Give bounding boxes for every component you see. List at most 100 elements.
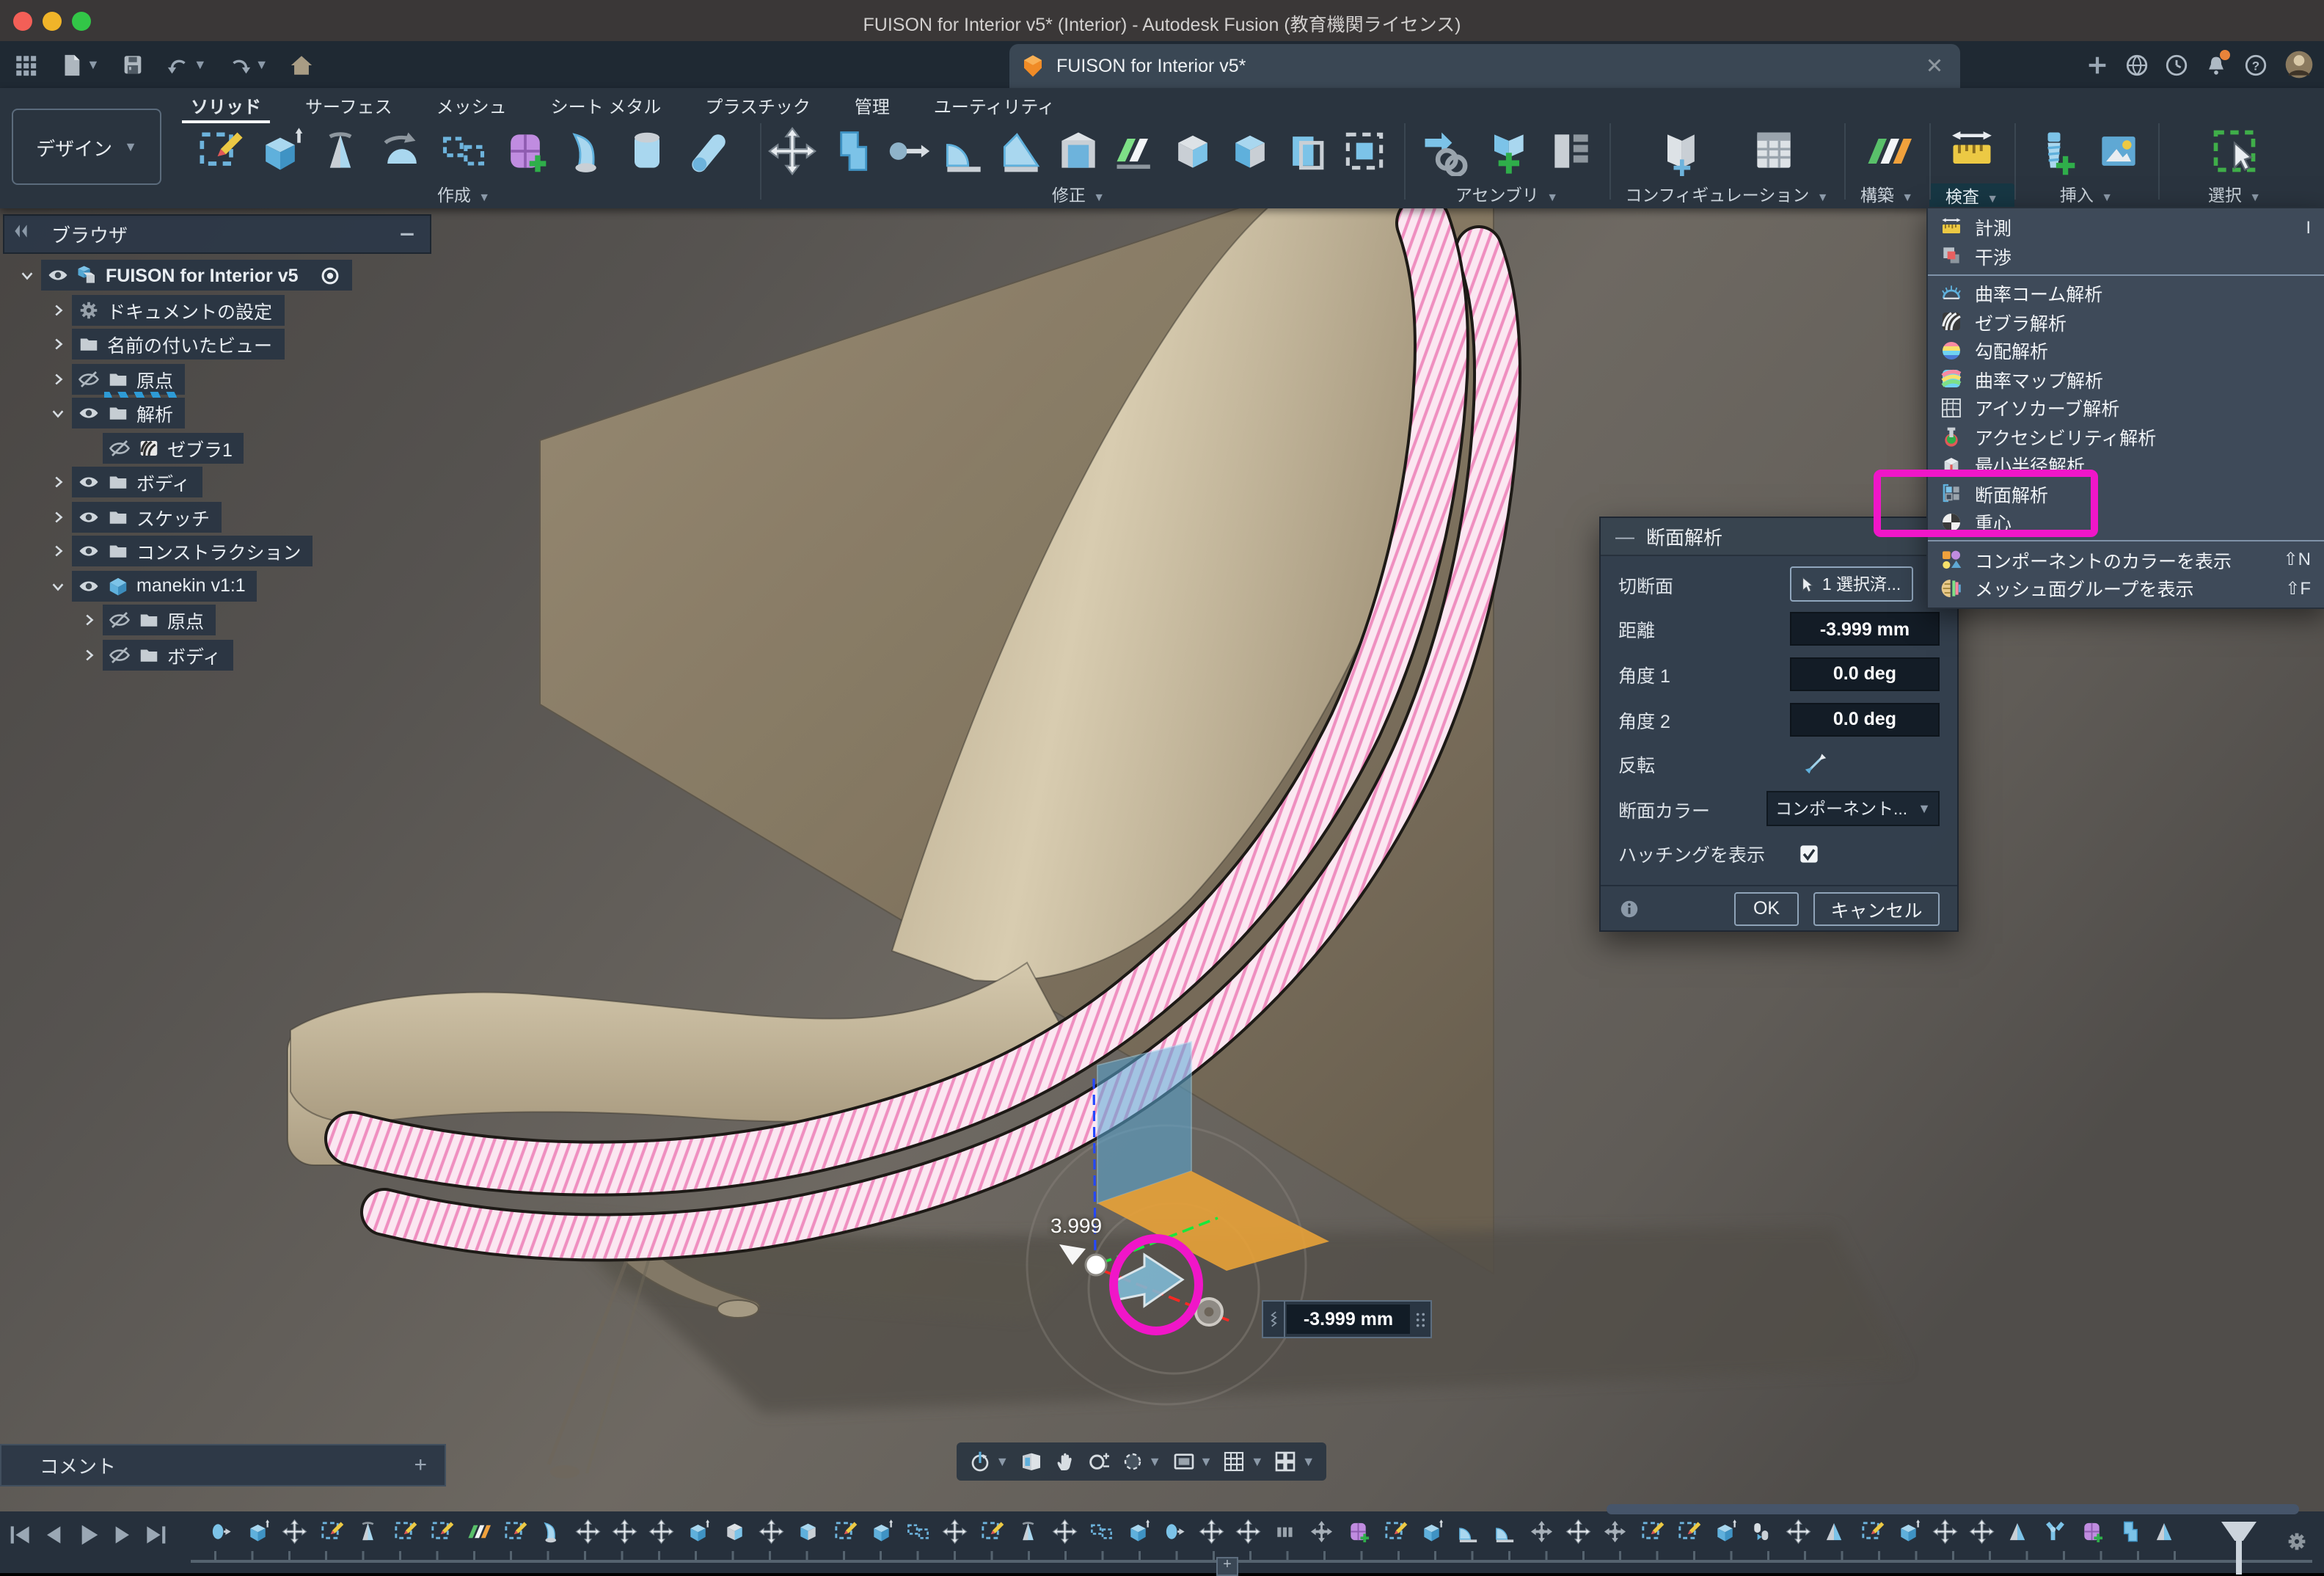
undo-button[interactable]: ▼: [158, 43, 214, 87]
job-status-button[interactable]: [2164, 52, 2189, 77]
timeline-feature-25-pattern2[interactable]: [1089, 1519, 1114, 1544]
tree-item[interactable]: 原点: [103, 605, 216, 635]
timeline-feature-6-sketch[interactable]: [392, 1519, 417, 1544]
timeline-feature-7-sketch[interactable]: [428, 1519, 454, 1544]
notifications-button[interactable]: [2204, 52, 2229, 77]
timeline-feature-13-move4[interactable]: [648, 1519, 674, 1544]
timeline-playhead[interactable]: [2221, 1522, 2257, 1575]
tool-fillet-button[interactable]: [939, 126, 989, 176]
comments-bar[interactable]: コメント +: [0, 1444, 446, 1486]
timeline-feature-48-move4[interactable]: [1932, 1519, 1958, 1544]
grid-and-snaps-button[interactable]: ▼: [1223, 1450, 1264, 1473]
tool-sweep-button[interactable]: [377, 126, 427, 176]
tool-insertlink-button[interactable]: [1418, 126, 1468, 176]
tool-hole-button[interactable]: [623, 126, 673, 176]
browser-header[interactable]: ブラウザ: [3, 214, 431, 254]
timeline-feature-11-move4[interactable]: [575, 1519, 601, 1544]
extensions-button[interactable]: [2124, 52, 2149, 77]
menu-item-干渉[interactable]: 干渉: [1928, 241, 2324, 270]
chevron-right-icon[interactable]: [43, 474, 72, 490]
tool-planes-button[interactable]: [1862, 126, 1912, 176]
timeline-feature-8-planes[interactable]: [465, 1519, 491, 1544]
tlend-button[interactable]: [141, 1520, 170, 1550]
ok-button[interactable]: OK: [1734, 891, 1799, 925]
save-button[interactable]: [113, 43, 153, 87]
timeline-feature-37-moveg[interactable]: [1529, 1519, 1554, 1544]
timeline-feature-23-revolve[interactable]: [1015, 1519, 1041, 1544]
timeline-feature-20-pattern2[interactable]: [905, 1519, 931, 1544]
activate-component-radio[interactable]: [321, 265, 341, 285]
group-label-select[interactable]: 選択 ▼: [2158, 183, 2311, 207]
cancel-button[interactable]: キャンセル: [1813, 891, 1940, 925]
tree-item[interactable]: コンストラクション: [72, 536, 313, 566]
ribbon-tab-6[interactable]: 管理: [852, 91, 893, 120]
minimize-panel-icon[interactable]: [396, 223, 418, 245]
timeline-feature-51-pipe[interactable]: [2042, 1519, 2068, 1544]
new-tab-button[interactable]: [2085, 52, 2110, 77]
menu-item-メッシュ面グループを表示[interactable]: メッシュ面グループを表示⇧F: [1928, 574, 2324, 602]
tlfwd-button[interactable]: [107, 1520, 136, 1550]
ribbon-tab-3[interactable]: メッシュ: [434, 91, 510, 120]
flip-direction-icon[interactable]: [1803, 751, 1828, 776]
tool-screw-button[interactable]: [2029, 126, 2079, 176]
tool-offsetface-button[interactable]: [1282, 126, 1332, 176]
timeline-feature-12-move4[interactable]: [612, 1519, 637, 1544]
ribbon-tab-4[interactable]: シート メタル: [548, 91, 665, 120]
timeline-feature-38-move4[interactable]: [1565, 1519, 1591, 1544]
timeline-feature-46-sketch[interactable]: [1859, 1519, 1885, 1544]
timeline-feature-40-sketch[interactable]: [1639, 1519, 1665, 1544]
timeline-feature-21-move4[interactable]: [942, 1519, 968, 1544]
group-label-insert[interactable]: 挿入 ▼: [2014, 183, 2158, 207]
tool-pushpull-button[interactable]: [882, 126, 932, 176]
timeline-feature-31-moveg[interactable]: [1309, 1519, 1334, 1544]
tree-item[interactable]: 名前の付いたビュー: [72, 329, 284, 360]
timeline-feature-14-extrude[interactable]: [685, 1519, 711, 1544]
timeline-feature-53-combine[interactable]: [2116, 1519, 2141, 1544]
tool-jointlist-button[interactable]: [1546, 126, 1596, 176]
timeline-feature-47-extrude[interactable]: [1896, 1519, 1921, 1544]
tree-item[interactable]: manekin v1:1: [72, 570, 257, 601]
tool-form-button[interactable]: [500, 126, 550, 176]
timeline-feature-27-mirror[interactable]: [1162, 1519, 1188, 1544]
group-label-config[interactable]: コンフィギュレーション ▼: [1609, 183, 1844, 207]
timeline-feature-1-mirror[interactable]: [208, 1519, 234, 1544]
tlplay-button[interactable]: [73, 1520, 103, 1550]
timeline-feature-34-extrude[interactable]: [1419, 1519, 1444, 1544]
visibility-on-icon[interactable]: [47, 264, 69, 286]
timeline-feature-16-move4[interactable]: [759, 1519, 784, 1544]
workspace-selector[interactable]: デザイン▼: [12, 109, 161, 185]
pan-button[interactable]: [1053, 1450, 1076, 1473]
tool-cursorbox-button[interactable]: [2210, 126, 2259, 176]
timeline-feature-17-box2[interactable]: [795, 1519, 821, 1544]
tool-cylinder-button[interactable]: [684, 126, 734, 176]
chevron-right-icon[interactable]: [73, 612, 103, 628]
timeline-feature-19-extrude[interactable]: [869, 1519, 894, 1544]
timeline-feature-41-sketch[interactable]: [1676, 1519, 1701, 1544]
display-settings-button[interactable]: ▼: [1172, 1450, 1213, 1473]
menu-item-アイソカーブ解析[interactable]: アイソカーブ解析: [1928, 393, 2324, 422]
timeline-feature-54-cone[interactable]: [2152, 1519, 2178, 1544]
home-button[interactable]: [282, 43, 321, 87]
visibility-on-icon[interactable]: [78, 540, 100, 562]
timeline-feature-35-fillet[interactable]: [1455, 1519, 1481, 1544]
cut-plane-selection-button[interactable]: 1 選択済...: [1790, 567, 1913, 602]
menu-item-アクセシビリティ解析[interactable]: アクセシビリティ解析: [1928, 422, 2324, 450]
menu-item-曲率マップ解析[interactable]: 曲率マップ解析: [1928, 365, 2324, 393]
drag-handle-icon[interactable]: [1411, 1310, 1430, 1329]
tree-item[interactable]: ボディ: [72, 467, 202, 497]
visibility-off-icon[interactable]: [109, 609, 131, 631]
timeline-feature-5-revolve[interactable]: [355, 1519, 381, 1544]
collapse-panel-icon[interactable]: [12, 222, 31, 241]
chevron-right-icon[interactable]: [43, 302, 72, 318]
chevron-down-icon[interactable]: [43, 577, 72, 594]
look-at-button[interactable]: [1019, 1450, 1042, 1473]
timeline-feature-30-bars[interactable]: [1272, 1519, 1298, 1544]
distance-input[interactable]: -3.999 mm: [1790, 613, 1940, 646]
timeline-feature-18-sketch[interactable]: [832, 1519, 858, 1544]
visibility-off-icon[interactable]: [78, 368, 100, 390]
group-label-inspect[interactable]: 検査 ▼: [1929, 183, 2014, 210]
timeline-feature-33-sketch[interactable]: [1382, 1519, 1408, 1544]
viewports-button[interactable]: ▼: [1274, 1450, 1315, 1473]
timeline-feature-49-move4[interactable]: [1969, 1519, 1995, 1544]
ribbon-tab-1[interactable]: ソリッド: [188, 91, 264, 120]
